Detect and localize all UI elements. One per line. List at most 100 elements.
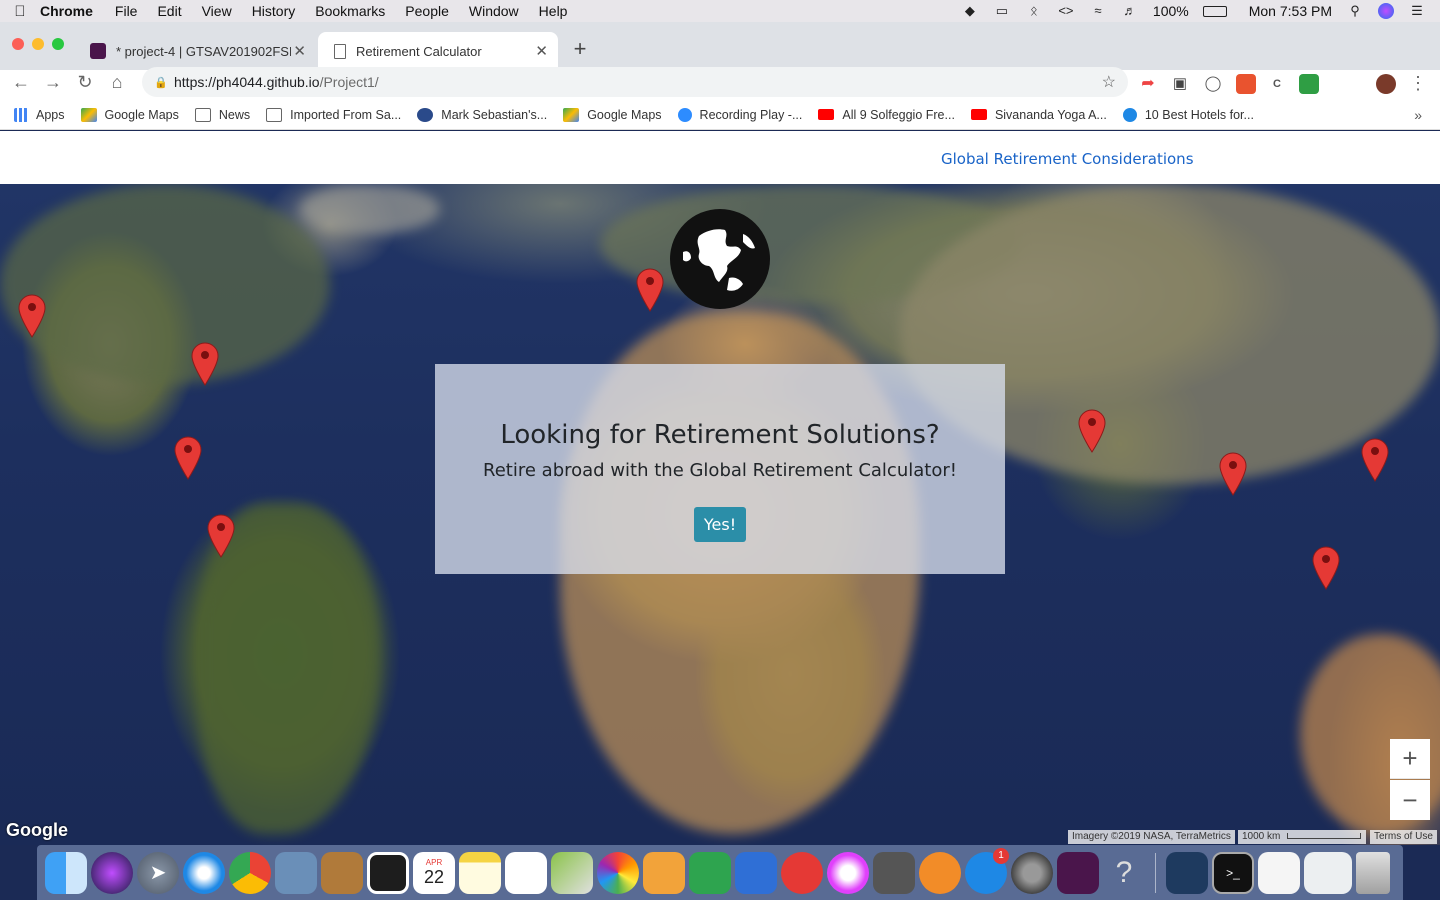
tab-project-4[interactable]: * project-4 | GTSAV201902FSF ✕ xyxy=(76,32,316,70)
textedit-icon[interactable] xyxy=(1258,851,1300,894)
menu-help[interactable]: Help xyxy=(539,3,568,19)
bookmark-star-icon[interactable]: ☆ xyxy=(1102,72,1116,92)
bookmark-hotels[interactable]: 10 Best Hotels for... xyxy=(1122,107,1254,122)
zoom-out-button[interactable]: − xyxy=(1390,780,1430,820)
minimize-window-button[interactable] xyxy=(32,38,44,50)
menu-window[interactable]: Window xyxy=(469,3,519,19)
map-marker[interactable] xyxy=(1219,452,1247,496)
menu-edit[interactable]: Edit xyxy=(157,3,181,19)
itunes-icon[interactable]: ♫ xyxy=(827,851,869,894)
extension-c-icon[interactable]: C xyxy=(1267,74,1287,94)
menu-file[interactable]: File xyxy=(115,3,138,19)
battery-icon[interactable] xyxy=(1202,5,1227,17)
downloads-stack-icon[interactable] xyxy=(1304,851,1352,894)
menu-history[interactable]: History xyxy=(252,3,296,19)
photos-icon[interactable] xyxy=(597,851,639,894)
system-preferences-icon[interactable] xyxy=(1011,851,1053,894)
extension-off-icon[interactable] xyxy=(1236,74,1256,94)
tab-retirement-calculator[interactable]: Retirement Calculator ✕ xyxy=(318,32,558,70)
map-marker[interactable] xyxy=(18,294,46,338)
extension-screenshot-icon[interactable]: ▣ xyxy=(1170,74,1190,94)
back-icon[interactable]: ← xyxy=(10,72,32,93)
map-marker[interactable] xyxy=(174,436,202,480)
calendar-icon[interactable]: APR 22 xyxy=(413,851,455,894)
chrome-icon[interactable] xyxy=(229,851,271,894)
address-bar[interactable]: 🔒 https://ph4044.github.io/Project1/ ☆ xyxy=(142,67,1128,97)
finder-icon[interactable] xyxy=(45,851,87,894)
bookmark-mark-sebastian[interactable]: Mark Sebastian's... xyxy=(417,107,547,122)
more-bookmarks-icon[interactable]: » xyxy=(1414,107,1422,123)
menu-bookmarks[interactable]: Bookmarks xyxy=(315,3,385,19)
notification-center-icon[interactable]: ☰ xyxy=(1408,4,1426,18)
bookmark-google-maps-2[interactable]: Google Maps xyxy=(563,107,662,122)
help-icon[interactable]: ? xyxy=(1103,852,1145,894)
google-logo[interactable]: Google xyxy=(6,820,68,841)
bluetooth-icon[interactable]: ᛟ xyxy=(1025,4,1043,18)
map-marker[interactable] xyxy=(1312,546,1340,590)
menu-app-name[interactable]: Chrome xyxy=(40,3,93,19)
nav-link-global-retirement[interactable]: Global Retirement Considerations xyxy=(941,150,1194,168)
bookmark-sivananda[interactable]: Sivananda Yoga A... xyxy=(970,108,1107,122)
bookmark-news[interactable]: News xyxy=(194,107,250,122)
numbers-icon[interactable] xyxy=(689,851,731,894)
yes-button[interactable]: Yes! xyxy=(693,507,747,542)
notes-icon[interactable] xyxy=(459,851,501,894)
slack-icon[interactable] xyxy=(1057,851,1099,894)
chrome-menu-icon[interactable]: ⋮ xyxy=(1407,73,1429,94)
app-store-icon[interactable]: 1 xyxy=(965,847,1009,894)
zoom-in-button[interactable]: + xyxy=(1390,739,1430,779)
map-marker[interactable] xyxy=(191,342,219,386)
trash-icon[interactable] xyxy=(1356,851,1390,894)
reload-icon[interactable]: ↻ xyxy=(74,72,96,93)
wifi-icon[interactable]: ≈ xyxy=(1089,4,1107,18)
pages-icon[interactable] xyxy=(643,851,685,894)
map-marker[interactable] xyxy=(1078,409,1106,453)
lock-icon[interactable]: 🔒 xyxy=(154,76,168,89)
bookmark-apps[interactable]: Apps xyxy=(14,107,65,122)
calculator-icon[interactable] xyxy=(873,851,915,894)
maps-icon[interactable] xyxy=(551,851,593,894)
zoom-window-button[interactable] xyxy=(52,38,64,50)
new-tab-button[interactable]: + xyxy=(568,36,592,62)
siri-icon[interactable] xyxy=(1378,3,1394,19)
volume-icon[interactable]: ♬ xyxy=(1121,4,1139,18)
preview-icon[interactable] xyxy=(275,851,317,894)
clock[interactable]: Mon 7:53 PM xyxy=(1249,3,1332,19)
extension-cors-icon[interactable] xyxy=(1299,74,1319,94)
profile-avatar[interactable] xyxy=(1376,74,1396,94)
map-marker[interactable] xyxy=(207,514,235,558)
spotlight-search-icon[interactable]: ⚲ xyxy=(1346,4,1364,18)
extension-circle-icon[interactable]: ◯ xyxy=(1203,74,1223,94)
airplay-icon[interactable]: ▭ xyxy=(993,4,1011,18)
close-tab-icon[interactable]: ✕ xyxy=(535,42,548,60)
safari-icon[interactable] xyxy=(183,851,225,894)
news-icon[interactable] xyxy=(781,851,823,894)
map-marker[interactable] xyxy=(636,268,664,312)
map-scale[interactable]: 1000 km xyxy=(1238,830,1366,844)
launchpad-icon[interactable]: ➤ xyxy=(137,851,179,894)
apple-menu-icon[interactable]:  xyxy=(0,3,40,20)
screens-icon[interactable] xyxy=(367,851,409,894)
bookmark-imported[interactable]: Imported From Sa... xyxy=(266,107,401,122)
siri-icon[interactable] xyxy=(91,851,133,894)
map-marker[interactable] xyxy=(1361,438,1389,482)
contacts-icon[interactable] xyxy=(321,851,363,894)
home-icon[interactable]: ⌂ xyxy=(106,72,128,93)
keynote-icon[interactable] xyxy=(735,851,777,894)
reminders-icon[interactable] xyxy=(505,851,547,894)
bookmark-recording[interactable]: Recording Play -... xyxy=(677,107,802,122)
close-window-button[interactable] xyxy=(12,38,24,50)
bookmark-google-maps[interactable]: Google Maps xyxy=(80,107,179,122)
forward-icon[interactable]: → xyxy=(42,72,64,93)
menu-view[interactable]: View xyxy=(202,3,232,19)
bookmark-solfeggio[interactable]: All 9 Solfeggio Fre... xyxy=(818,108,955,122)
books-icon[interactable] xyxy=(919,851,961,894)
battery-percent[interactable]: 100% xyxy=(1153,3,1189,19)
terminal-icon[interactable]: >_ xyxy=(1212,851,1254,894)
vscode-icon[interactable] xyxy=(1166,851,1208,894)
close-tab-icon[interactable]: ✕ xyxy=(293,42,306,60)
code-brackets-icon[interactable]: <> xyxy=(1057,4,1075,18)
dropbox-icon[interactable]: ◆ xyxy=(961,4,979,18)
extension-arrow-icon[interactable]: ➦ xyxy=(1138,74,1158,94)
terms-of-use-link[interactable]: Terms of Use xyxy=(1370,830,1437,844)
